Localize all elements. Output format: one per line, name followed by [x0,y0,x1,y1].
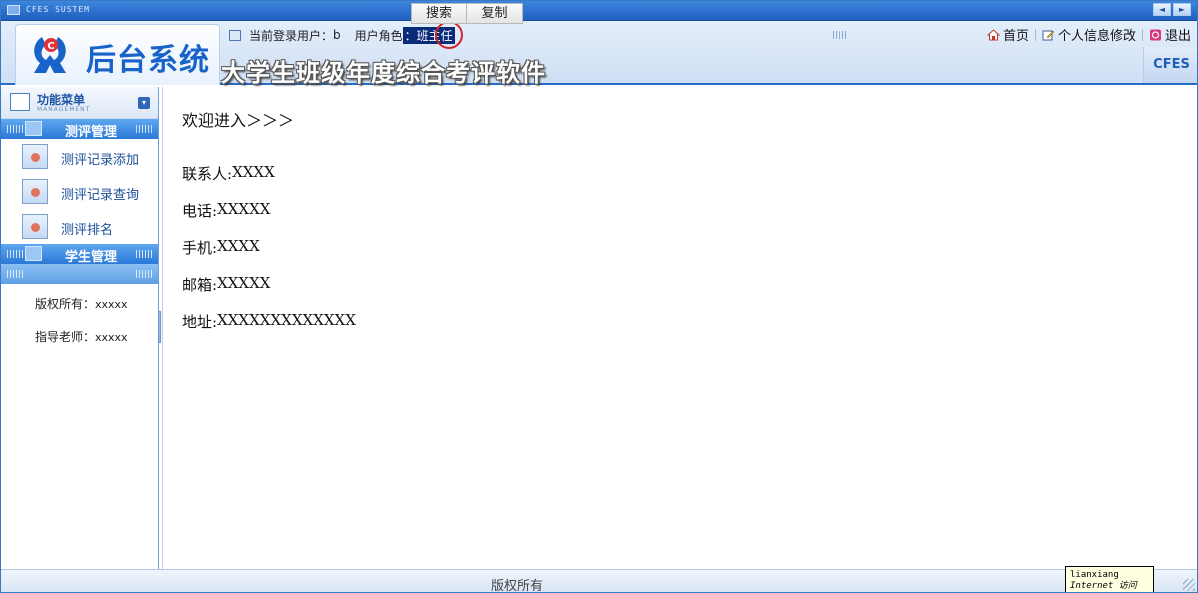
contact-row: 手机: XXXX [182,237,260,257]
header: C 后台系统 当前登录用户： b 用户角色 ：班主任 首页 个人信息修改 退出 … [1,21,1197,87]
annotation-circle [435,21,463,49]
logo-area: C 后台系统 [15,24,220,85]
system-label: CFES SUSTEM [26,5,90,14]
current-user-label: 当前登录用户： [249,28,334,43]
footer: 版权所有 [1,569,1197,593]
footer-text: 版权所有 [491,579,544,593]
user-card-icon [22,144,48,169]
home-icon [986,28,1000,40]
contact-row: 地址: XXXXXXXXXXXXX [182,311,356,331]
main-content: 欢迎进入＞＞＞ 联系人: XXXX 电话: XXXXX 手机: XXXX 邮箱: XXX… [162,87,1197,569]
menu-item-label: 测评记录添加 [61,153,140,168]
contact-row: 邮箱: XXXXX [182,274,271,294]
user-card-icon [22,214,48,239]
link-divider [1034,28,1036,41]
title-bar: CFES SUSTEM ◄ ► [1,1,1197,21]
home-link[interactable]: 首页 [986,25,1029,44]
app-subtitle: 大学生班级年度综合考评软件 [221,58,546,87]
grip-icon [136,250,152,258]
brand-badge: CFES [1143,47,1197,83]
sidebar-item-add-record[interactable]: 测评记录添加 [1,139,158,174]
search-button[interactable]: 搜索 [411,3,467,24]
section-footer-bar [1,264,158,284]
status-tooltip: lianxiang Internet 访问 [1065,566,1154,592]
svg-text:C: C [47,41,54,52]
section-students[interactable]: 学生管理 [1,244,158,265]
user-info-bar: 当前登录用户： b 用户角色 ：班主任 [229,26,455,44]
copy-button[interactable]: 复制 [467,3,523,24]
sidebar-header: 功能菜单 MANAGEMENT ▾ [1,87,158,119]
sidebar-info: 版权所有：xxxxx 指导老师：xxxxx [1,296,158,362]
contact-info: 联系人: XXXX 电话: XXXXX 手机: XXXX 邮箱: XXXXX 地址: XX… [182,163,356,348]
collapse-icon[interactable]: ▾ [138,97,150,109]
menu-item-label: 测评排名 [61,223,114,238]
sidebar-item-ranking[interactable]: 测评排名 [1,209,158,244]
sidebar-subtitle: MANAGEMENT [37,106,91,113]
contact-row: 联系人: XXXX [182,163,275,183]
nav-left-button[interactable]: ◄ [1153,3,1171,16]
sidebar-splitter[interactable] [158,311,161,343]
section-icon [25,246,42,261]
welcome-text: 欢迎进入＞＞＞ [182,111,295,130]
app-window: CFES SUSTEM ◄ ► 搜索 复制 C 后台系统 当前登录用户： b 用… [0,0,1198,593]
logout-link[interactable]: 退出 [1149,25,1191,44]
resize-grip-icon[interactable] [1183,579,1195,591]
power-icon [1149,29,1161,40]
current-user-value: b [333,28,341,42]
section-title: 学生管理 [65,250,118,265]
grip-icon [136,270,152,278]
menu-book-icon [10,93,30,111]
user-card-icon [22,179,48,204]
profile-link[interactable]: 个人信息修改 [1042,25,1136,44]
nav-right-button[interactable]: ► [1173,3,1191,16]
logo-icon: C [34,37,66,73]
monitor-icon [7,5,20,15]
contact-row: 电话: XXXXX [182,200,271,220]
section-title: 测评管理 [65,125,118,140]
advisor-line: 指导老师：xxxxx [35,330,128,344]
sidebar-item-query-record[interactable]: 测评记录查询 [1,174,158,209]
section-icon [25,121,42,136]
edit-icon [1042,30,1055,40]
grip-separator [833,31,847,39]
nav-arrows: ◄ ► [1153,3,1191,16]
grip-icon [7,270,23,278]
role-label: 用户角色 [354,28,403,43]
top-links: 首页 个人信息修改 退出 [986,25,1191,44]
logo-text: 后台系统 [86,43,210,78]
window-icon [229,29,241,41]
grip-icon [7,125,23,133]
link-divider [1141,28,1143,41]
context-popup: 搜索 复制 [411,3,523,24]
menu-item-label: 测评记录查询 [61,188,140,203]
copyright-line: 版权所有：xxxxx [35,297,128,311]
section-evaluation[interactable]: 测评管理 [1,119,158,140]
grip-icon [136,125,152,133]
grip-icon [7,250,23,258]
sidebar: 功能菜单 MANAGEMENT ▾ 测评管理 测评记录添加 测评记录查询 测评排… [1,87,159,569]
